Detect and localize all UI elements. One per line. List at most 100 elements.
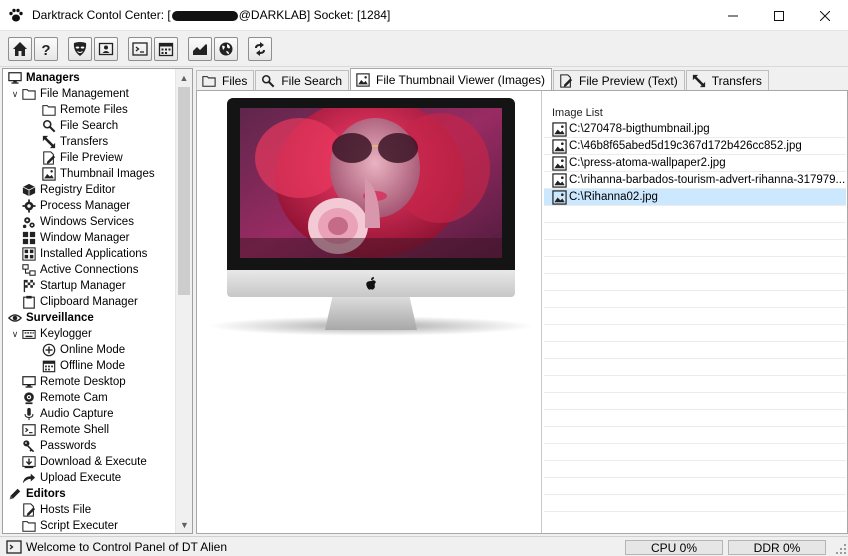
document-pencil-icon <box>43 151 56 165</box>
tree-item[interactable]: Clipboard Manager <box>3 294 177 310</box>
empty-list-row <box>544 393 846 410</box>
empty-list-row <box>544 444 846 461</box>
key-icon <box>23 440 35 453</box>
tree-item[interactable]: Transfers <box>3 134 177 150</box>
tree-item[interactable]: ∨ File Management <box>3 86 177 102</box>
tree-item[interactable]: Windows Services <box>3 214 177 230</box>
calendar-icon <box>41 358 57 374</box>
maximize-button[interactable] <box>756 0 802 31</box>
list-item[interactable]: C:\press-atoma-wallpaper2.jpg <box>544 155 846 172</box>
home-button[interactable] <box>8 36 32 61</box>
tab-label: File Search <box>281 73 343 88</box>
tree-item[interactable]: Remote Cam <box>3 390 177 406</box>
tab-files[interactable]: Files <box>196 70 255 90</box>
tree-item[interactable]: Registry Editor <box>3 182 177 198</box>
magnifier-icon <box>41 118 57 134</box>
empty-list-row <box>544 342 846 359</box>
scroll-up-arrow-icon[interactable]: ▲ <box>176 69 192 86</box>
minimize-icon <box>728 15 738 16</box>
document-pencil-icon <box>23 503 36 517</box>
tab-file-thumbnail-viewer-images[interactable]: File Thumbnail Viewer (Images) <box>350 68 553 90</box>
tree-item[interactable]: Window Manager <box>3 230 177 246</box>
plus-circle-icon <box>41 342 57 358</box>
tree-item[interactable]: Remote Files <box>3 102 177 118</box>
terminal-button[interactable] <box>128 36 152 61</box>
tree-item[interactable]: Editors <box>3 486 177 502</box>
image-path: C:\270478-bigthumbnail.jpg <box>569 123 710 135</box>
tree-item[interactable]: Installed Applications <box>3 246 177 262</box>
folder-icon <box>201 73 217 89</box>
tree-item[interactable]: File Preview <box>3 150 177 166</box>
resize-grip-icon[interactable] <box>836 544 846 554</box>
tree-item[interactable]: Hosts File <box>3 502 177 518</box>
keyboard-icon <box>21 326 37 342</box>
empty-list-row <box>544 325 846 342</box>
paw-icon <box>8 7 24 23</box>
tree-item[interactable]: File Search <box>3 118 177 134</box>
contact-card-button[interactable] <box>94 36 118 61</box>
connections-icon <box>21 262 37 278</box>
webcam-icon <box>24 392 34 405</box>
image-preview-area <box>197 91 542 533</box>
tree-item[interactable]: Audio Capture <box>3 406 177 422</box>
manager-tree[interactable]: Managers ∨ File Management Remote Files File… <box>2 68 193 534</box>
tree-item[interactable]: Process Manager <box>3 198 177 214</box>
empty-list-row <box>544 206 846 223</box>
tree-item-label: File Management <box>40 88 129 100</box>
empty-list-row <box>544 257 846 274</box>
expand-chevron-icon[interactable]: ∨ <box>9 329 21 340</box>
tree-scrollbar[interactable]: ▲ ▼ <box>175 69 192 533</box>
tree-item[interactable]: Remote Shell <box>3 422 177 438</box>
gears-icon <box>21 214 37 230</box>
folder-icon <box>22 89 36 100</box>
image-icon <box>355 72 371 88</box>
tree-items: Managers ∨ File Management Remote Files File… <box>3 70 177 533</box>
tree-item[interactable]: Offline Mode <box>3 358 177 374</box>
transfer-arrows-icon <box>692 74 705 87</box>
image-icon <box>551 172 567 188</box>
refresh-button[interactable] <box>248 36 272 61</box>
help-button[interactable]: ? <box>34 36 58 61</box>
tree-item[interactable]: Online Mode <box>3 342 177 358</box>
tree-item[interactable]: Surveillance <box>3 310 177 326</box>
ddr-meter: DDR 0% <box>728 540 826 555</box>
close-button[interactable] <box>802 0 848 31</box>
tab-file-search[interactable]: File Search <box>255 70 350 90</box>
tree-item[interactable]: Download & Execute <box>3 454 177 470</box>
list-item[interactable]: C:\46b8f65abed5d19c367d172b426cc852.jpg <box>544 138 846 155</box>
list-item[interactable]: C:\Rihanna02.jpg <box>544 189 846 206</box>
tree-item[interactable]: Active Connections <box>3 262 177 278</box>
upload-arrow-icon <box>21 470 37 486</box>
tab-transfers[interactable]: Transfers <box>685 70 769 90</box>
tree-item[interactable]: Startup Manager <box>3 278 177 294</box>
list-item[interactable]: C:\270478-bigthumbnail.jpg <box>544 121 846 138</box>
chart-icon <box>193 43 207 55</box>
tree-item[interactable]: ∨ Keylogger <box>3 326 177 342</box>
scroll-thumb[interactable] <box>178 87 190 295</box>
keyboard-icon <box>22 329 36 339</box>
tab-file-preview-text[interactable]: File Preview (Text) <box>553 70 685 90</box>
folder-icon <box>42 105 56 116</box>
tree-item[interactable]: Thumbnail Images <box>3 166 177 182</box>
registry-cube-icon <box>22 183 36 197</box>
tab-label: File Preview (Text) <box>579 73 678 88</box>
clipboard-icon <box>23 295 35 309</box>
tree-item[interactable]: Remote Desktop <box>3 374 177 390</box>
chart-button[interactable] <box>188 36 212 61</box>
tree-item[interactable]: Managers <box>3 70 177 86</box>
tree-item[interactable]: Upload Execute <box>3 470 177 486</box>
tree-item[interactable]: Passwords <box>3 438 177 454</box>
tree-item-label: Transfers <box>60 136 109 148</box>
list-item[interactable]: C:\rihanna-barbados-tourism-advert-rihan… <box>544 172 846 189</box>
document-pencil-icon <box>558 73 574 89</box>
scroll-down-arrow-icon[interactable]: ▼ <box>176 516 192 533</box>
tree-item[interactable]: Script Executer <box>3 518 177 533</box>
monitor-icon <box>8 72 22 84</box>
expand-chevron-icon[interactable]: ∨ <box>9 89 21 100</box>
tree-item-label: Window Manager <box>40 232 130 244</box>
empty-list-row <box>544 308 846 325</box>
minimize-button[interactable] <box>710 0 756 31</box>
globe-button[interactable] <box>214 36 238 61</box>
mask-button[interactable] <box>68 36 92 61</box>
calendar-button[interactable] <box>154 36 178 61</box>
